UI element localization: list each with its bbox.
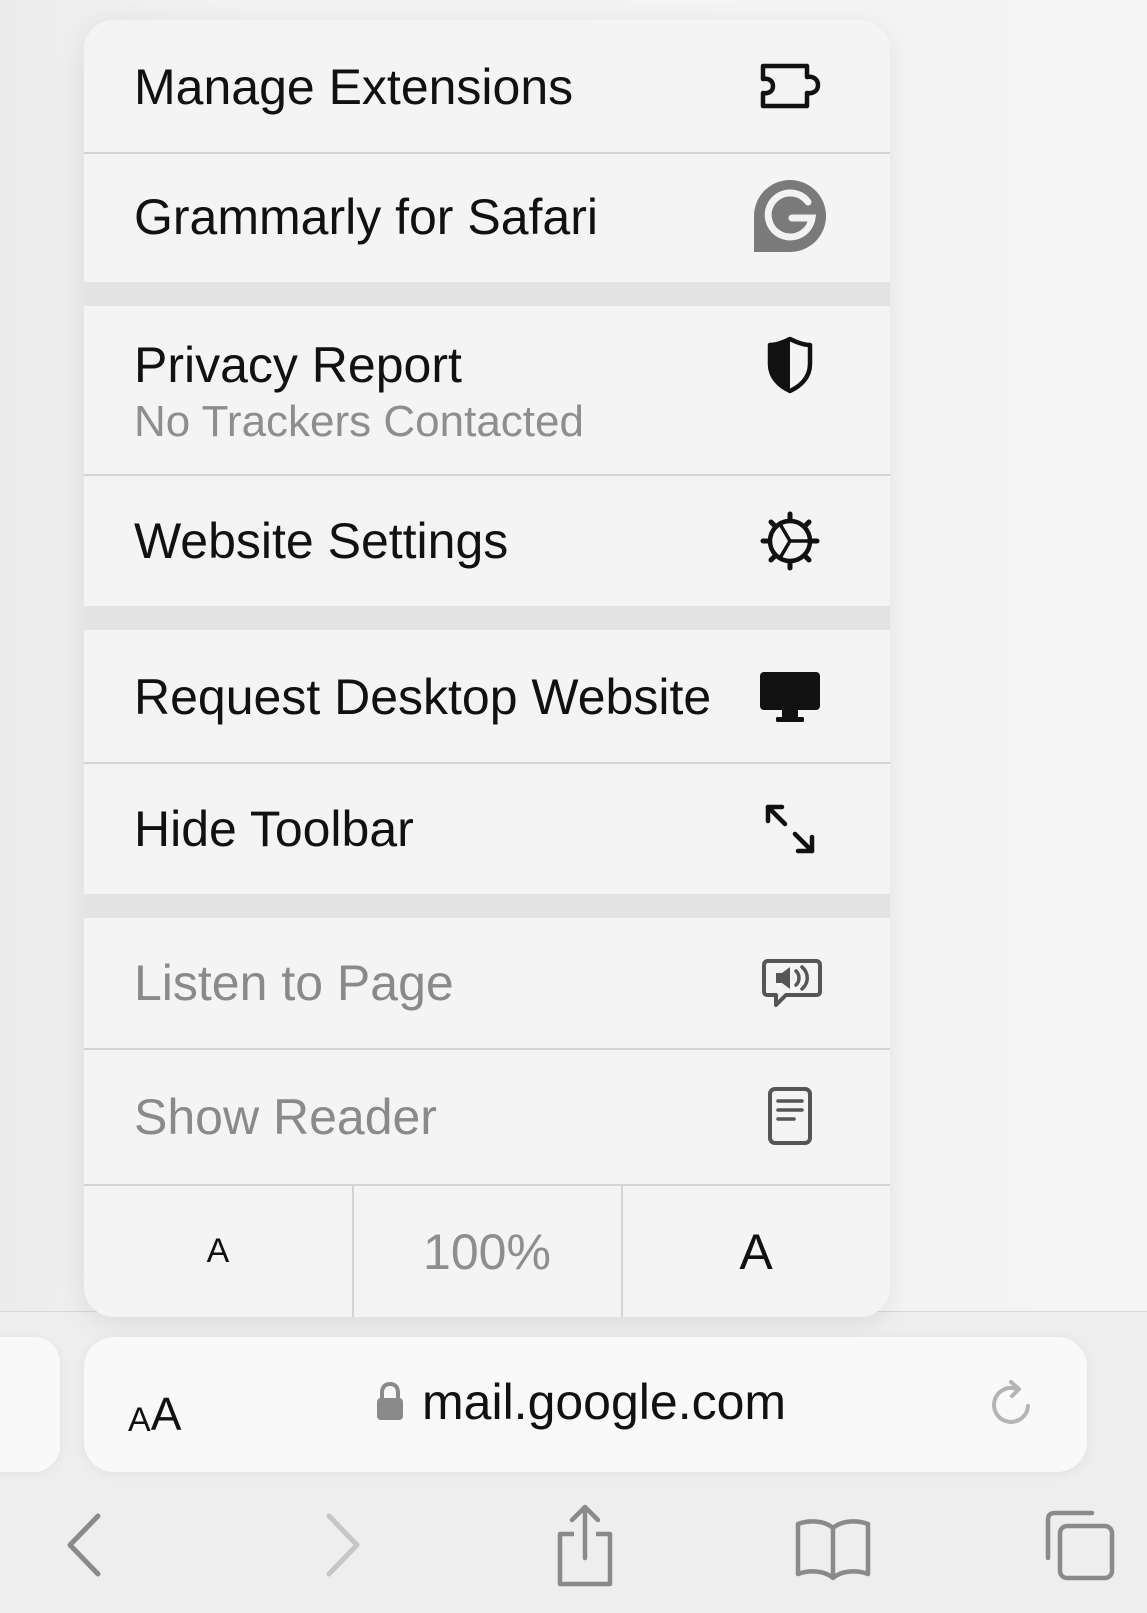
lock-icon [377,1381,403,1420]
forward-icon[interactable] [295,1500,385,1590]
bottom-toolbar [0,1480,1147,1613]
menu-item-listen-to-page[interactable]: Listen to Page [84,918,890,1048]
page-menu-popover: Manage Extensions Grammarly for Safari P… [84,20,890,1317]
group-separator [84,282,890,306]
zoom-controls: A 100% A [84,1186,890,1317]
speaker-bubble-icon [756,949,824,1017]
url-text: mail.google.com [422,1374,787,1430]
url-display[interactable]: mail.google.com [374,1370,786,1434]
menu-item-label: Request Desktop Website [134,669,712,725]
menu-item-label: Grammarly for Safari [134,189,598,245]
aa-large-letter: A [150,1388,182,1440]
tabs-icon[interactable] [1034,1500,1124,1590]
group-separator [84,606,890,630]
gear-icon [756,507,824,575]
zoom-decrease-label: A [206,1232,230,1270]
zoom-increase-label: A [739,1223,773,1280]
puzzle-piece-icon [756,52,824,120]
zoom-increase-button[interactable]: A [622,1186,890,1317]
menu-item-show-reader[interactable]: Show Reader [84,1050,890,1184]
shield-icon [756,331,824,399]
menu-item-label: Show Reader [134,1089,437,1145]
menu-item-label: Manage Extensions [134,59,574,115]
bookmarks-icon[interactable] [788,1500,878,1590]
menu-item-request-desktop-website[interactable]: Request Desktop Website [84,630,890,762]
reader-document-icon [756,1083,824,1151]
group-separator [84,894,890,918]
menu-item-grammarly[interactable]: Grammarly for Safari [84,154,890,282]
menu-item-subtitle: No Trackers Contacted [134,397,584,446]
grammarly-logo-icon [752,178,828,254]
address-bar[interactable]: A A mail.google.com [84,1337,1087,1472]
menu-item-label: Listen to Page [134,955,454,1011]
zoom-level-button[interactable]: 100% [353,1186,621,1317]
page-menu-button[interactable]: A A [128,1367,208,1437]
menu-item-manage-extensions[interactable]: Manage Extensions [84,20,890,152]
menu-item-website-settings[interactable]: Website Settings [84,476,890,606]
expand-arrows-icon [756,795,824,863]
menu-item-hide-toolbar[interactable]: Hide Toolbar [84,764,890,894]
previous-tab-bar[interactable] [0,1337,60,1472]
menu-item-label: Website Settings [134,513,509,569]
desktop-icon [756,662,824,730]
menu-item-label: Hide Toolbar [134,801,414,857]
share-icon[interactable] [540,1500,630,1590]
menu-item-privacy-report[interactable]: Privacy Report No Trackers Contacted [84,306,890,474]
reload-icon[interactable] [984,1376,1040,1432]
aa-small-letter: A [128,1401,151,1439]
zoom-decrease-button[interactable]: A [84,1186,352,1317]
back-icon[interactable] [42,1500,132,1590]
menu-item-label: Privacy Report [134,337,462,393]
zoom-level-label: 100% [423,1223,551,1280]
